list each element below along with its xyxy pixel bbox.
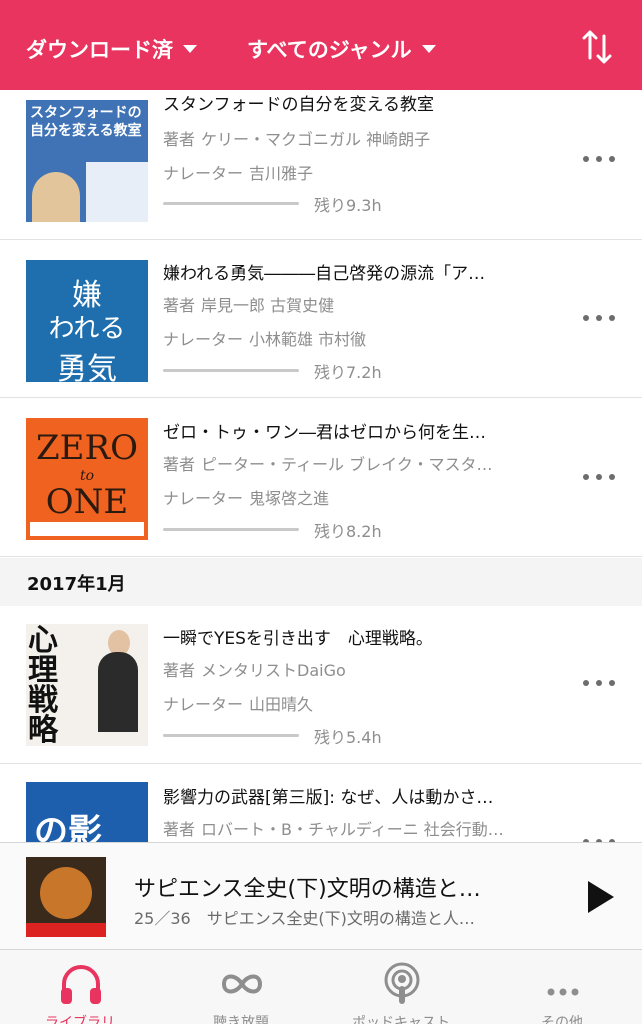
progress-bar [163, 369, 299, 372]
book-title: ゼロ・トゥ・ワン―君はゼロから何を生… [163, 423, 486, 443]
book-authors: 著者 ケリー・マクゴニガル 神崎朗子 [163, 126, 543, 150]
chevron-down-icon [421, 45, 436, 53]
list-item[interactable]: 心理戦略 一瞬でYESを引き出す 心理戦略。 著者 メンタリストDaiGo ナレー… [0, 606, 642, 764]
author-names: ケリー・マクゴニガル 神崎朗子 [201, 130, 431, 149]
author-names: ロバート・B・チャルディーニ 社会行動… [201, 820, 504, 839]
tab-unlimited[interactable]: 聴き放題 [161, 950, 321, 1024]
author-key: 著者 [163, 130, 196, 149]
book-cover: 嫌 われる 勇気 [26, 260, 148, 382]
genre-filter-label: すべてのジャンル [247, 38, 412, 62]
cover-stripe [86, 162, 148, 222]
author-key: 著者 [163, 296, 196, 315]
cover-photo [98, 652, 138, 732]
book-narrators: ナレーター 小林範雄 市村徹 [163, 326, 543, 350]
book-authors: 著者 岸見一郎 古賀史健 [163, 292, 543, 316]
time-remaining: 残り9.3h [314, 196, 382, 215]
headphones-icon [61, 965, 101, 1004]
narrator-names: 鬼塚啓之進 [249, 489, 330, 508]
author-key: 著者 [163, 661, 196, 680]
book-narrators: ナレーター 鬼塚啓之進 [163, 485, 543, 509]
more-options-button[interactable] [583, 678, 615, 688]
book-narrators: ナレーター 山田晴久 [163, 691, 543, 715]
time-remaining: 残り8.2h [314, 522, 382, 541]
more-options-button[interactable] [583, 154, 615, 164]
author-names: 岸見一郎 古賀史健 [201, 296, 335, 315]
download-filter-dropdown[interactable]: ダウンロード済 [26, 34, 197, 64]
now-playing-title: サピエンス全史(下)文明の構造と… [134, 877, 481, 902]
tab-label: ポッドキャスト [352, 1015, 450, 1024]
cover-title: 心理戦略 [28, 624, 58, 746]
download-filter-label: ダウンロード済 [26, 38, 173, 62]
narrator-key: ナレーター [163, 164, 244, 183]
tab-more[interactable]: その他 [482, 950, 642, 1024]
now-playing-chapter: 25／36 サピエンス全史(下)文明の構造と人… [134, 909, 475, 928]
tab-label: その他 [541, 1015, 583, 1024]
narrator-names: 小林範雄 市村徹 [249, 330, 367, 349]
list-item[interactable]: ZERO to ONE ゼロ・トゥ・ワン―君はゼロから何を生… 著者 ピーター・テ… [0, 399, 642, 557]
book-authors: 著者 メンタリストDaiGo [163, 657, 543, 681]
author-key: 著者 [163, 820, 196, 839]
book-cover: の影 [26, 782, 148, 842]
narrator-key: ナレーター [163, 489, 244, 508]
author-names: ピーター・ティール ブレイク・マスタ… [201, 455, 493, 474]
list-item[interactable]: の影 影響力の武器[第三版]: なぜ、人は動かさ… 著者 ロバート・B・チャルディ… [0, 765, 642, 842]
progress-bar [163, 202, 299, 205]
tab-label: 聴き放題 [213, 1015, 269, 1024]
mini-player[interactable]: サピエンス全史(下)文明の構造と… 25／36 サピエンス全史(下)文明の構造と… [0, 842, 642, 950]
narrator-names: 山田晴久 [249, 695, 314, 714]
tab-bar: ライブラリ 聴き放題 ポッドキャスト その他 [0, 950, 642, 1024]
cover-title: われる [48, 314, 126, 344]
list-item[interactable]: 嫌 われる 勇気 嫌われる勇気―――自己啓発の源流「ア… 著者 岸見一郎 古賀史健… [0, 240, 642, 398]
cover-title: の影 [34, 812, 102, 842]
tab-podcast[interactable]: ポッドキャスト [321, 950, 481, 1024]
cover-title: スタンフォードの 自分を変える教室 [30, 105, 142, 139]
cover-band [30, 522, 144, 536]
library-list[interactable]: スタンフォードの 自分を変える教室 スタンフォードの自分を変える教室 著者 ケリー… [0, 90, 642, 842]
chevron-down-icon [183, 45, 197, 53]
author-names: メンタリストDaiGo [201, 661, 346, 680]
sort-arrows-icon[interactable] [582, 28, 612, 66]
top-bar: ダウンロード済 すべてのジャンル [0, 0, 642, 90]
book-title: スタンフォードの自分を変える教室 [163, 95, 434, 115]
list-item[interactable]: スタンフォードの 自分を変える教室 スタンフォードの自分を変える教室 著者 ケリー… [0, 90, 642, 240]
progress-bar [163, 734, 299, 737]
book-cover: スタンフォードの 自分を変える教室 [26, 100, 148, 222]
podcast-icon [384, 962, 420, 1004]
tab-label: ライブラリ [45, 1015, 115, 1024]
genre-filter-dropdown[interactable]: すべてのジャンル [247, 34, 436, 64]
book-cover: 心理戦略 [26, 624, 148, 746]
cover-band [26, 923, 106, 937]
author-key: 著者 [163, 455, 196, 474]
book-authors: 著者 ロバート・B・チャルディーニ 社会行動… [163, 816, 543, 840]
narrator-key: ナレーター [163, 695, 244, 714]
book-cover: ZERO to ONE [26, 418, 148, 540]
book-narrators: ナレーター 吉川雅子 [163, 160, 543, 184]
more-options-button[interactable] [583, 472, 615, 482]
play-icon[interactable] [588, 881, 614, 913]
book-title: 一瞬でYESを引き出す 心理戦略。 [163, 629, 433, 649]
time-remaining: 残り5.4h [314, 728, 382, 747]
cover-photo [32, 172, 80, 222]
now-playing-cover [26, 857, 106, 937]
cover-title: ONE [45, 482, 129, 522]
cover-photo [40, 867, 92, 919]
progress-bar [163, 528, 299, 531]
infinity-icon [221, 974, 263, 994]
book-title: 嫌われる勇気―――自己啓発の源流「ア… [163, 264, 486, 284]
book-title: 影響力の武器[第三版]: なぜ、人は動かさ… [163, 788, 494, 808]
cover-title: ZERO [36, 428, 138, 468]
more-icon [547, 988, 579, 996]
section-date: 2017年1月 [27, 574, 126, 595]
section-header: 2017年1月 [0, 558, 642, 606]
tab-library[interactable]: ライブラリ [0, 950, 160, 1024]
more-options-button[interactable] [583, 313, 615, 323]
book-authors: 著者 ピーター・ティール ブレイク・マスタ… [163, 451, 543, 475]
time-remaining: 残り7.2h [314, 363, 382, 382]
cover-title: 勇気 [57, 352, 117, 382]
narrator-names: 吉川雅子 [249, 164, 314, 183]
narrator-key: ナレーター [163, 330, 244, 349]
